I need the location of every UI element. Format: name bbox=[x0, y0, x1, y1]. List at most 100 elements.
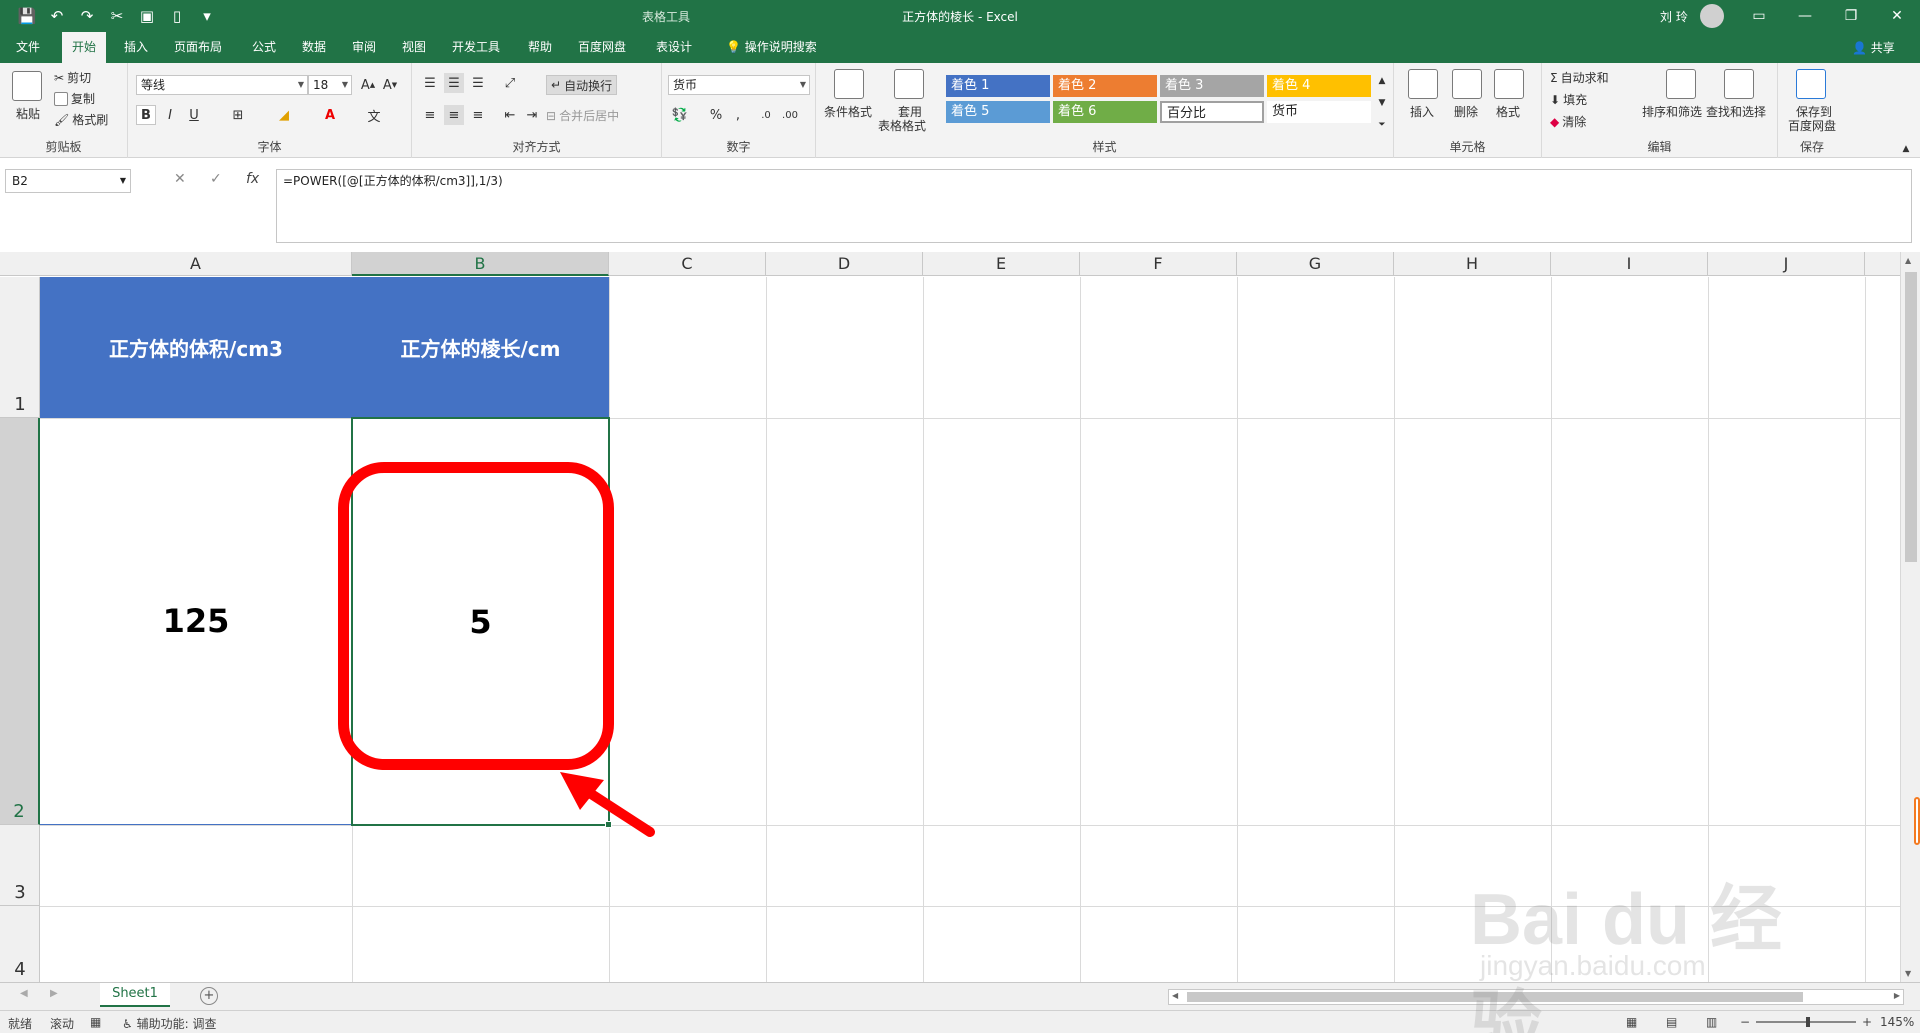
column-header-j[interactable]: J bbox=[1708, 252, 1865, 276]
align-left-icon[interactable]: ≡ bbox=[420, 105, 440, 125]
align-top-icon[interactable]: ☰ bbox=[420, 73, 440, 93]
add-sheet-icon[interactable]: + bbox=[200, 987, 218, 1005]
phonetic-icon[interactable]: 文 bbox=[364, 105, 384, 125]
tab-baidu-netdisk[interactable]: 百度网盘 bbox=[568, 32, 636, 63]
tab-view[interactable]: 视图 bbox=[392, 32, 436, 63]
cell-a2[interactable]: 125 bbox=[40, 418, 352, 825]
column-header-a[interactable]: A bbox=[40, 252, 352, 276]
font-color-icon[interactable]: A bbox=[320, 105, 340, 125]
styles-scroll-up-icon[interactable]: ▲ bbox=[1372, 71, 1392, 91]
underline-button[interactable]: U bbox=[184, 105, 204, 125]
insert-cells-button[interactable]: 插入 bbox=[1410, 103, 1434, 120]
column-header-c[interactable]: C bbox=[609, 252, 766, 276]
sheet-tab-sheet1[interactable]: Sheet1 bbox=[100, 983, 170, 1007]
increase-font-icon[interactable]: A ▲ bbox=[358, 75, 378, 95]
align-center-icon[interactable]: ≡ bbox=[444, 105, 464, 125]
decrease-decimal-icon[interactable]: .00 bbox=[780, 105, 800, 125]
tab-formulas[interactable]: 公式 bbox=[242, 32, 286, 63]
column-header-i[interactable]: I bbox=[1551, 252, 1708, 276]
scroll-up-icon[interactable]: ▲ bbox=[1905, 256, 1911, 265]
baidu-cloud-icon[interactable] bbox=[1796, 69, 1826, 99]
tab-file[interactable]: 文件 bbox=[6, 32, 50, 63]
comma-button[interactable]: , bbox=[728, 105, 748, 125]
style-accent-6[interactable]: 着色 6 bbox=[1053, 101, 1157, 123]
macro-record-icon[interactable]: ▦ bbox=[90, 1015, 101, 1029]
border-icon[interactable]: ⊞ bbox=[228, 105, 248, 125]
vertical-scroll-thumb[interactable] bbox=[1905, 272, 1917, 562]
next-sheet-icon[interactable]: ▶ bbox=[50, 988, 58, 999]
increase-indent-icon[interactable]: ⇥ bbox=[522, 105, 542, 125]
table-format-icon[interactable] bbox=[894, 69, 924, 99]
tab-help[interactable]: 帮助 bbox=[518, 32, 562, 63]
font-size-select[interactable]: 18 ▼ bbox=[308, 75, 352, 95]
decrease-indent-icon[interactable]: ⇤ bbox=[500, 105, 520, 125]
vertical-scrollbar[interactable]: ▲ ▼ bbox=[1900, 252, 1920, 982]
tell-me-search[interactable]: 💡 操作说明搜索 bbox=[716, 32, 827, 63]
tab-data[interactable]: 数据 bbox=[292, 32, 336, 63]
scroll-left-icon[interactable]: ◀ bbox=[1172, 991, 1178, 1000]
tab-review[interactable]: 审阅 bbox=[342, 32, 386, 63]
sort-filter-button[interactable]: 排序和筛选 bbox=[1642, 103, 1702, 120]
style-currency[interactable]: 货币 bbox=[1267, 101, 1371, 123]
column-header-d[interactable]: D bbox=[766, 252, 923, 276]
format-cells-button[interactable]: 格式 bbox=[1496, 103, 1520, 120]
enter-icon[interactable]: ✓ bbox=[210, 171, 222, 187]
currency-icon[interactable]: 💱 bbox=[670, 105, 690, 125]
bold-button[interactable]: B bbox=[136, 105, 156, 125]
ribbon-display-icon[interactable]: ▭ bbox=[1736, 0, 1782, 32]
styles-more-icon[interactable]: ⏷ bbox=[1372, 115, 1392, 135]
accessibility-status[interactable]: ♿ 辅助功能: 调查 bbox=[122, 1015, 216, 1032]
insert-function-icon[interactable]: fx bbox=[246, 171, 259, 187]
style-accent-2[interactable]: 着色 2 bbox=[1053, 75, 1157, 97]
share-button[interactable]: 👤 共享 bbox=[1852, 39, 1895, 56]
minimize-icon[interactable]: — bbox=[1782, 0, 1828, 32]
scroll-right-icon[interactable]: ▶ bbox=[1894, 991, 1900, 1000]
restore-icon[interactable]: ❐ bbox=[1828, 0, 1874, 32]
column-header-e[interactable]: E bbox=[923, 252, 1080, 276]
copy-button[interactable]: 复制 bbox=[54, 90, 95, 107]
prev-sheet-icon[interactable]: ◀ bbox=[20, 988, 28, 999]
cell-b1[interactable]: 正方体的棱长/cm bbox=[352, 277, 609, 418]
style-accent-3[interactable]: 着色 3 bbox=[1160, 75, 1264, 97]
column-header-b[interactable]: B bbox=[352, 252, 609, 276]
insert-cells-icon[interactable] bbox=[1408, 69, 1438, 99]
row-header-4[interactable]: 4 bbox=[0, 906, 40, 982]
find-select-button[interactable]: 查找和选择 bbox=[1706, 103, 1766, 120]
fill-button[interactable]: ⬇ 填充 bbox=[1550, 91, 1587, 108]
autosum-button[interactable]: Σ 自动求和 bbox=[1550, 69, 1609, 86]
tab-home[interactable]: 开始 bbox=[62, 32, 107, 63]
style-accent-5[interactable]: 着色 5 bbox=[946, 101, 1050, 123]
zoom-level[interactable]: 145% bbox=[1880, 1015, 1914, 1029]
tab-page-layout[interactable]: 页面布局 bbox=[164, 32, 232, 63]
zoom-in-icon[interactable]: + bbox=[1862, 1015, 1872, 1029]
number-format-select[interactable]: 货币 ▼ bbox=[668, 75, 810, 95]
merge-center-button[interactable]: ⊟ 合并后居中 bbox=[546, 107, 619, 124]
align-middle-icon[interactable]: ☰ bbox=[444, 73, 464, 93]
cancel-icon[interactable]: ✕ bbox=[174, 171, 186, 187]
wrap-text-button[interactable]: ↵ 自动换行 bbox=[546, 75, 618, 95]
styles-scroll-down-icon[interactable]: ▼ bbox=[1372, 93, 1392, 113]
row-header-2[interactable]: 2 bbox=[0, 418, 40, 825]
row-header-3[interactable]: 3 bbox=[0, 825, 40, 906]
cut-button[interactable]: ✂ 剪切 bbox=[54, 69, 91, 86]
close-icon[interactable]: ✕ bbox=[1874, 0, 1920, 32]
column-header-h[interactable]: H bbox=[1394, 252, 1551, 276]
tab-table-design[interactable]: 表设计 bbox=[646, 32, 702, 63]
tab-developer[interactable]: 开发工具 bbox=[442, 32, 510, 63]
delete-cells-icon[interactable] bbox=[1452, 69, 1482, 99]
row-header-1[interactable]: 1 bbox=[0, 277, 40, 418]
orientation-icon[interactable]: ⤢ bbox=[500, 73, 520, 93]
find-select-icon[interactable] bbox=[1724, 69, 1754, 99]
save-to-line2[interactable]: 百度网盘 bbox=[1788, 117, 1836, 134]
conditional-format-icon[interactable] bbox=[834, 69, 864, 99]
format-painter-button[interactable]: 🖌 格式刷 bbox=[54, 111, 108, 128]
cell-a1[interactable]: 正方体的体积/cm3 bbox=[40, 277, 352, 418]
font-name-select[interactable]: 等线 ▼ bbox=[136, 75, 308, 95]
user-name[interactable]: 刘 玲 bbox=[1660, 8, 1688, 25]
scroll-down-icon[interactable]: ▼ bbox=[1905, 969, 1911, 978]
paste-button[interactable]: 粘贴 bbox=[16, 105, 40, 122]
tab-insert[interactable]: 插入 bbox=[114, 32, 158, 63]
style-accent-1[interactable]: 着色 1 bbox=[946, 75, 1050, 97]
paste-icon[interactable] bbox=[12, 71, 42, 101]
table-format-line2[interactable]: 表格格式 bbox=[878, 117, 926, 134]
